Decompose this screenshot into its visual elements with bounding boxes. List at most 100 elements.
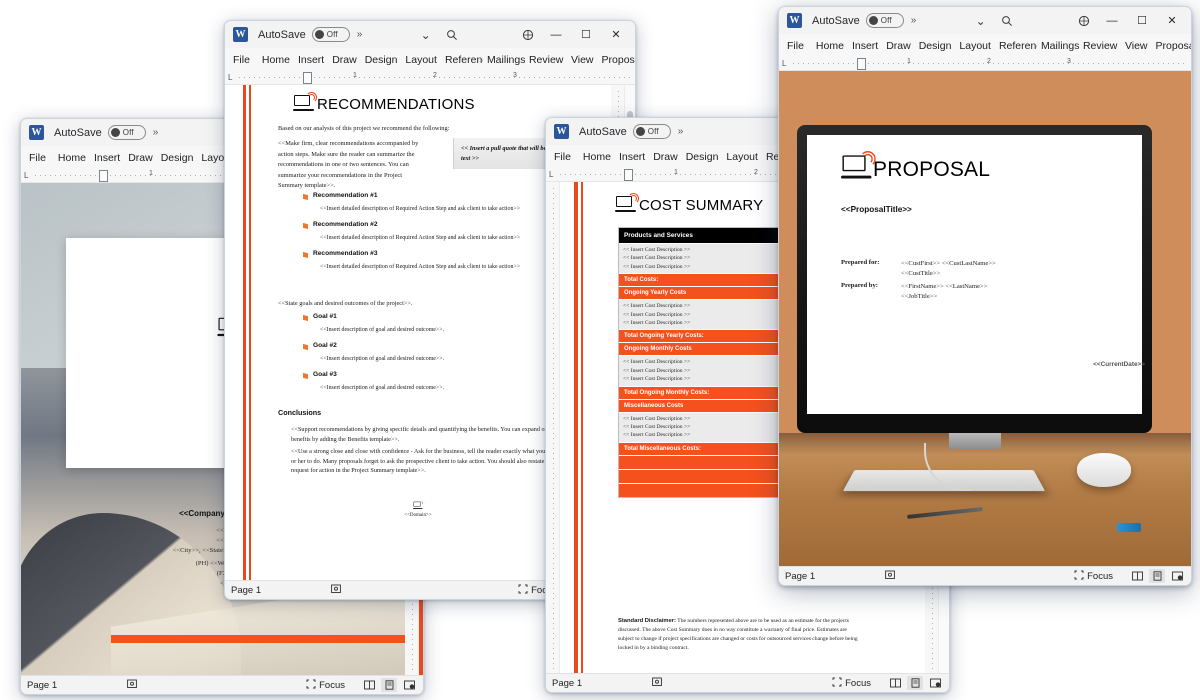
tab-draw[interactable]: Draw <box>882 38 915 54</box>
word-logo-icon: W <box>554 124 569 139</box>
print-layout-icon[interactable] <box>381 678 397 692</box>
ribbon-tabs[interactable]: File Home Insert Draw Design Layout Refe… <box>779 34 1191 57</box>
tab-home[interactable]: Home <box>579 149 615 165</box>
status-page-number[interactable]: Page 1 <box>785 571 815 582</box>
prepared-for-name: <<CustFirst>> <<CustLastName>> <box>901 260 996 267</box>
focus-mode-button[interactable]: Focus <box>1074 570 1113 583</box>
tab-file[interactable]: File <box>782 38 812 54</box>
autosave-label: AutoSave <box>579 125 627 138</box>
maximize-button[interactable]: ☐ <box>571 23 601 47</box>
indent-marker[interactable] <box>303 72 312 84</box>
status-bar[interactable]: Page 1 Focus <box>21 675 423 694</box>
accessibility-checker-icon[interactable] <box>652 677 662 690</box>
status-page-number[interactable]: Page 1 <box>231 585 261 596</box>
tab-insert[interactable]: Insert <box>615 149 649 165</box>
document-scroller[interactable]: PROPOSAL <<ProposalTitle>> Prepared for:… <box>779 71 1191 566</box>
tab-insert[interactable]: Insert <box>294 52 328 68</box>
print-layout-icon[interactable] <box>1149 569 1165 583</box>
quick-access-overflow-icon[interactable]: » <box>357 29 363 40</box>
print-layout-icon[interactable] <box>907 676 923 690</box>
status-page-number[interactable]: Page 1 <box>27 680 57 691</box>
titlebar[interactable]: W AutoSave Off » ⌄ — ☐ ✕ <box>779 7 1191 34</box>
quick-access-customize-icon[interactable]: ⌄ <box>413 24 439 46</box>
tab-file[interactable]: File <box>24 150 54 166</box>
tab-draw[interactable]: Draw <box>124 150 157 166</box>
status-bar[interactable]: Page 1 Focus <box>779 566 1191 585</box>
tab-draw[interactable]: Draw <box>649 149 682 165</box>
ruler-number-3: 3 <box>513 72 517 79</box>
focus-mode-button[interactable]: Focus <box>832 677 871 690</box>
tab-mailings[interactable]: Mailings <box>483 52 525 68</box>
tab-home[interactable]: Home <box>258 52 294 68</box>
horizontal-ruler[interactable]: L 1 2 3 <box>225 71 635 85</box>
tab-proposal[interactable]: Proposal <box>1152 38 1191 54</box>
tab-references[interactable]: References <box>995 38 1037 54</box>
goal-title: Goal #1 <box>313 313 337 320</box>
horizontal-ruler[interactable]: L 1 2 3 4 <box>779 57 1191 71</box>
focus-mode-button[interactable]: Focus <box>306 679 345 692</box>
titlebar[interactable]: W AutoSave Off » ⌄ — ☐ ✕ <box>225 21 635 48</box>
accessibility-checker-icon[interactable] <box>331 584 341 597</box>
maximize-button[interactable]: ☐ <box>1127 9 1157 33</box>
close-button[interactable]: ✕ <box>1157 9 1187 33</box>
search-icon[interactable] <box>994 10 1020 32</box>
list-item: Recommendation #3 <box>303 250 573 258</box>
tab-design[interactable]: Design <box>157 150 198 166</box>
tab-view[interactable]: View <box>567 52 598 68</box>
read-mode-icon[interactable] <box>1129 569 1145 583</box>
tab-mailings[interactable]: Mailings <box>1037 38 1079 54</box>
quick-access-overflow-icon[interactable]: » <box>153 127 159 138</box>
autosave-toggle[interactable]: Off <box>632 124 671 139</box>
search-icon[interactable] <box>439 24 465 46</box>
tab-references[interactable]: References <box>441 52 483 68</box>
quick-access-overflow-icon[interactable]: » <box>678 126 684 137</box>
list-item: Recommendation #1 <box>303 192 573 200</box>
bullet-icon <box>303 194 308 200</box>
read-mode-icon[interactable] <box>361 678 377 692</box>
tab-home[interactable]: Home <box>54 150 90 166</box>
accessibility-checker-icon[interactable] <box>885 570 895 583</box>
tab-proposal[interactable]: Proposal <box>598 52 635 68</box>
read-mode-icon[interactable] <box>887 676 903 690</box>
web-layout-icon[interactable] <box>927 676 943 690</box>
tab-review[interactable]: Review <box>525 52 567 68</box>
tab-design[interactable]: Design <box>682 149 723 165</box>
minimize-button[interactable]: — <box>1097 9 1127 33</box>
recommendation-title: Recommendation #2 <box>313 221 378 228</box>
autosave-toggle[interactable]: Off <box>311 27 350 42</box>
tab-home[interactable]: Home <box>812 38 848 54</box>
minimize-button[interactable]: — <box>541 23 571 47</box>
indent-marker[interactable] <box>99 170 108 182</box>
tab-design[interactable]: Design <box>361 52 402 68</box>
tab-layout[interactable]: Layout <box>955 38 995 54</box>
close-button[interactable]: ✕ <box>601 23 631 47</box>
autosave-toggle[interactable]: Off <box>107 125 146 140</box>
autosave-toggle[interactable]: Off <box>865 13 904 28</box>
tab-draw[interactable]: Draw <box>328 52 361 68</box>
focus-mode-label: Focus <box>319 679 345 691</box>
ribbon-display-options-icon[interactable] <box>515 24 541 46</box>
ribbon-tabs[interactable]: File Home Insert Draw Design Layout Refe… <box>225 48 635 71</box>
proposal-title-window[interactable]: W AutoSave Off » ⌄ — ☐ ✕ File Home Inser… <box>778 6 1192 586</box>
tab-layout[interactable]: Layout <box>722 149 762 165</box>
tab-file[interactable]: File <box>549 149 579 165</box>
indent-marker[interactable] <box>624 169 633 181</box>
quick-access-overflow-icon[interactable]: » <box>911 15 917 26</box>
tab-insert[interactable]: Insert <box>90 150 124 166</box>
tab-design[interactable]: Design <box>915 38 956 54</box>
ribbon-display-options-icon[interactable] <box>1071 10 1097 32</box>
web-layout-icon[interactable] <box>1169 569 1185 583</box>
status-page-number[interactable]: Page 1 <box>552 678 582 689</box>
document-page[interactable]: PROPOSAL <<ProposalTitle>> Prepared for:… <box>779 71 1191 566</box>
tab-view[interactable]: View <box>1121 38 1152 54</box>
accessibility-checker-icon[interactable] <box>127 679 137 692</box>
tab-file[interactable]: File <box>228 52 258 68</box>
tab-layout[interactable]: Layout <box>401 52 441 68</box>
document-area[interactable]: PROPOSAL <<ProposalTitle>> Prepared for:… <box>779 71 1191 566</box>
quick-access-customize-icon[interactable]: ⌄ <box>968 10 994 32</box>
indent-marker[interactable] <box>857 58 866 70</box>
status-bar[interactable]: Page 1 Focus <box>546 673 949 692</box>
web-layout-icon[interactable] <box>401 678 417 692</box>
tab-review[interactable]: Review <box>1079 38 1121 54</box>
tab-insert[interactable]: Insert <box>848 38 882 54</box>
